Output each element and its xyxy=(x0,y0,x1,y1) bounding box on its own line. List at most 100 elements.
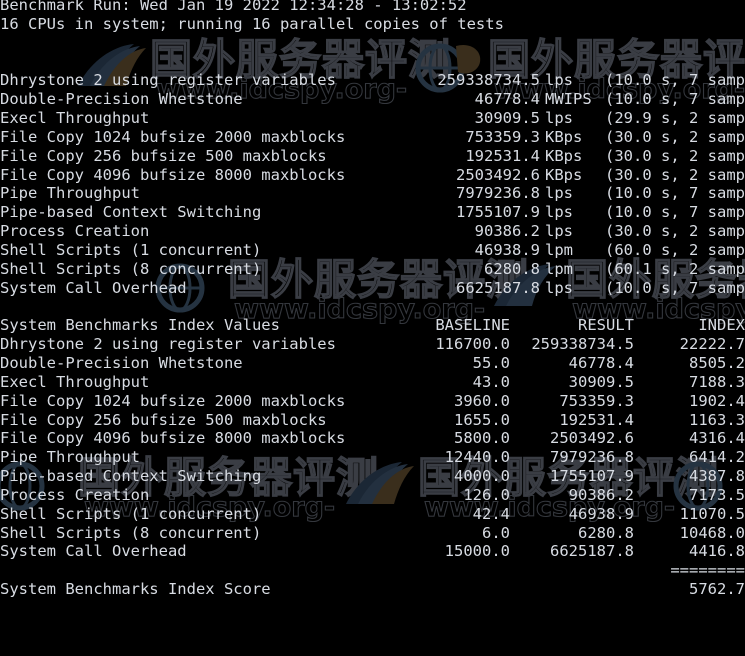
index-row-baseline: 126.0 xyxy=(463,485,510,504)
column-header-baseline: BASELINE xyxy=(435,316,510,335)
index-row-result: 192531.4 xyxy=(559,410,634,429)
index-row-baseline: 5800.0 xyxy=(454,429,510,448)
benchmark-samples: (29.9 s, 2 samples) xyxy=(605,109,745,128)
benchmark-samples: (30.0 s, 2 samples) xyxy=(605,165,745,184)
benchmark-unit: lps xyxy=(545,222,573,241)
benchmark-name: File Copy 256 bufsize 500 maxblocks xyxy=(0,146,327,165)
index-row-result: 7979236.8 xyxy=(550,448,634,467)
index-row-result: 2503492.6 xyxy=(550,429,634,448)
index-row-index: 1163.3 xyxy=(689,410,745,429)
benchmark-result-row: Process Creation 90386.2 lps (30.0 s, 2 sam… xyxy=(0,222,745,241)
benchmark-value: 192531.4 xyxy=(465,146,540,165)
benchmark-unit: lps xyxy=(545,203,573,222)
benchmark-result-row: File Copy 256 bufsize 500 maxblocks 19253… xyxy=(0,147,745,166)
index-row-result: 6280.8 xyxy=(578,523,634,542)
index-table-body: Dhrystone 2 using register variables 1167… xyxy=(0,335,745,561)
index-row-name: Execl Throughput xyxy=(0,372,150,391)
index-table-row: Process Creation 126.0 90386.2 7173.5 xyxy=(0,486,745,505)
index-row-index: 4416.8 xyxy=(689,542,745,561)
index-row-name: File Copy 256 bufsize 500 maxblocks xyxy=(0,410,327,429)
index-table-row: Shell Scripts (1 concurrent) 42.4 46938.9 1… xyxy=(0,505,745,524)
benchmark-unit: lpm xyxy=(545,240,573,259)
index-table-row: Pipe Throughput 12440.0 7979236.8 6414.2 xyxy=(0,448,745,467)
index-table-row: File Copy 1024 bufsize 2000 maxblocks 396… xyxy=(0,392,745,411)
benchmark-value: 753359.3 xyxy=(465,127,540,146)
benchmark-result-row: File Copy 4096 bufsize 8000 maxblocks 250… xyxy=(0,166,745,185)
benchmark-unit: lps xyxy=(545,278,573,297)
benchmark-unit: lps xyxy=(545,184,573,203)
benchmark-name: Pipe Throughput xyxy=(0,184,140,203)
benchmark-samples: (30.0 s, 2 samples) xyxy=(605,222,745,241)
benchmark-value: 46938.9 xyxy=(474,240,540,259)
benchmark-samples: (30.0 s, 2 samples) xyxy=(605,127,745,146)
index-row-result: 46938.9 xyxy=(568,504,634,523)
index-row-name: Pipe-based Context Switching xyxy=(0,467,262,486)
index-row-result: 1755107.9 xyxy=(550,467,634,486)
index-table-row: Pipe-based Context Switching 4000.0 175510… xyxy=(0,467,745,486)
benchmark-unit: KBps xyxy=(545,165,583,184)
benchmark-unit: KBps xyxy=(545,127,583,146)
index-table-header-row: System Benchmarks Index Values BASELINE … xyxy=(0,316,745,335)
index-row-name: Dhrystone 2 using register variables xyxy=(0,335,336,354)
benchmark-value: 2503492.6 xyxy=(456,165,540,184)
index-row-name: File Copy 4096 bufsize 8000 maxblocks xyxy=(0,429,346,448)
index-row-baseline: 3960.0 xyxy=(454,391,510,410)
index-row-index: 11070.5 xyxy=(679,504,745,523)
benchmark-result-row: Shell Scripts (1 concurrent) 46938.9 lpm (6… xyxy=(0,241,745,260)
index-row-result: 6625187.8 xyxy=(550,542,634,561)
benchmark-value: 6280.8 xyxy=(484,259,540,278)
index-row-baseline: 12440.0 xyxy=(444,448,510,467)
benchmark-name: Pipe-based Context Switching xyxy=(0,203,262,222)
index-row-baseline: 42.4 xyxy=(472,504,510,523)
benchmark-value: 6625187.8 xyxy=(456,278,540,297)
index-row-index: 10468.0 xyxy=(679,523,745,542)
index-score-value: 5762.7 xyxy=(689,580,745,599)
index-row-baseline: 1655.0 xyxy=(454,410,510,429)
cpu-count-line: 16 CPUs in system; running 16 parallel c… xyxy=(0,15,745,34)
benchmark-samples: (10.0 s, 7 samples) xyxy=(605,184,745,203)
benchmark-value: 30909.5 xyxy=(474,109,540,128)
benchmark-result-row: Dhrystone 2 using register variables 2593… xyxy=(0,71,745,90)
benchmark-result-row: Pipe-based Context Switching 1755107.9 lps… xyxy=(0,203,745,222)
benchmark-value: 46778.4 xyxy=(474,90,540,109)
terminal-output[interactable]: Benchmark Run: Wed Jan 19 2022 12:34:28 … xyxy=(0,0,745,612)
benchmark-result-row: File Copy 1024 bufsize 2000 maxblocks 753… xyxy=(0,128,745,147)
index-table-row: System Call Overhead 15000.0 6625187.8 4416… xyxy=(0,542,745,561)
column-header-index: INDEX xyxy=(698,316,745,335)
benchmark-unit: MWIPS xyxy=(545,90,592,109)
benchmark-value: 259338734.5 xyxy=(437,71,540,90)
index-row-result: 753359.3 xyxy=(559,391,634,410)
index-row-index: 22222.7 xyxy=(679,335,745,354)
index-row-name: System Call Overhead xyxy=(0,542,187,561)
index-row-baseline: 6.0 xyxy=(482,523,510,542)
benchmark-samples: (10.0 s, 7 samples) xyxy=(605,71,745,90)
benchmark-value: 90386.2 xyxy=(474,222,540,241)
equals-separator: ======== xyxy=(670,561,745,580)
index-row-baseline: 15000.0 xyxy=(444,542,510,561)
benchmark-result-row: Double-Precision Whetstone 46778.4 MWIPS (1… xyxy=(0,90,745,109)
benchmark-name: System Call Overhead xyxy=(0,278,187,297)
index-table-row: Double-Precision Whetstone 55.0 46778.4 850… xyxy=(0,354,745,373)
index-row-index: 7173.5 xyxy=(689,485,745,504)
index-table-title: System Benchmarks Index Values xyxy=(0,316,280,335)
benchmark-name: Execl Throughput xyxy=(0,109,150,128)
separator-line: ======== xyxy=(0,561,745,580)
benchmark-result-row: System Call Overhead 6625187.8 lps (10.0 s,… xyxy=(0,279,745,298)
benchmark-samples: (10.0 s, 7 samples) xyxy=(605,90,745,109)
index-table-row: Dhrystone 2 using register variables 1167… xyxy=(0,335,745,354)
index-row-result: 46778.4 xyxy=(568,354,634,373)
index-row-baseline: 116700.0 xyxy=(435,335,510,354)
index-table-row: File Copy 256 bufsize 500 maxblocks 1655.… xyxy=(0,411,745,430)
index-table-row: Execl Throughput 43.0 30909.5 7188.3 xyxy=(0,373,745,392)
benchmark-result-row: Shell Scripts (8 concurrent) 6280.8 lpm (60… xyxy=(0,260,745,279)
benchmark-run-text: Benchmark Run: Wed Jan 19 2022 12:34:28 … xyxy=(0,0,467,14)
benchmark-unit: lps xyxy=(545,109,573,128)
benchmark-name: Double-Precision Whetstone xyxy=(0,90,243,109)
benchmark-value: 7979236.8 xyxy=(456,184,540,203)
index-row-baseline: 55.0 xyxy=(472,354,510,373)
index-row-name: Shell Scripts (1 concurrent) xyxy=(0,504,262,523)
benchmark-samples: (60.1 s, 2 samples) xyxy=(605,259,745,278)
